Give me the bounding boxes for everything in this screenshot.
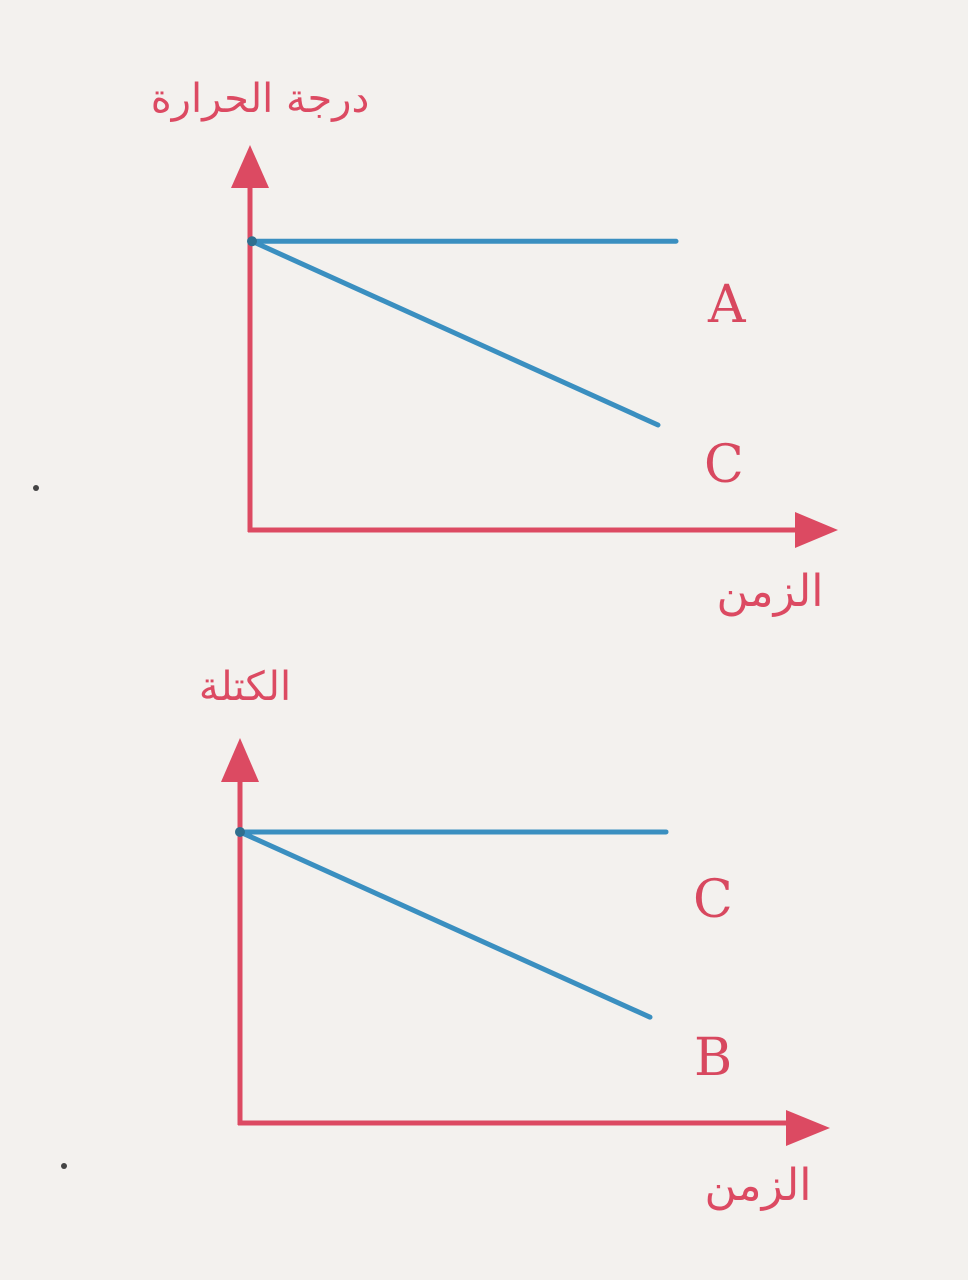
chart-1-legend-C: C [704, 435, 744, 495]
chart-2-xlabel: الزمن [705, 1160, 812, 1211]
chart-2-series [235, 826, 669, 1020]
chart-1-x-arrow [795, 512, 838, 548]
chart-2-x-arrow [786, 1110, 830, 1146]
figure: درجة الحرارة A C الزمن الكتلة C B الزمن [0, 0, 968, 1280]
chart-1-series [247, 236, 679, 428]
chart-2-legend-B: B [694, 1028, 732, 1088]
chart-2-y-arrow [221, 738, 259, 782]
chart-2-ylabel: الكتلة [199, 664, 291, 710]
speck-1 [33, 485, 39, 491]
chart-1-axes [231, 145, 838, 548]
speck-2 [61, 1163, 67, 1169]
chart-2-series-B-line [237, 829, 653, 1020]
chart-1-series-C-line [249, 238, 661, 428]
chart-temperature: درجة الحرارة A C الزمن [151, 76, 838, 617]
chart-1-legend-A: A [707, 275, 747, 335]
chart-2-series-origin-point [235, 826, 245, 837]
chart-mass: الكتلة C B الزمن [199, 664, 830, 1211]
chart-1-xlabel: الزمن [717, 566, 824, 617]
chart-1-y-arrow [231, 145, 269, 188]
chart-2-legend-C: C [693, 870, 733, 930]
chart-1-series-origin-point [247, 236, 257, 247]
chart-1-ylabel: درجة الحرارة [151, 76, 370, 122]
charts-canvas: درجة الحرارة A C الزمن الكتلة C B الزمن [33, 76, 838, 1211]
chart-2-axes [221, 738, 830, 1146]
